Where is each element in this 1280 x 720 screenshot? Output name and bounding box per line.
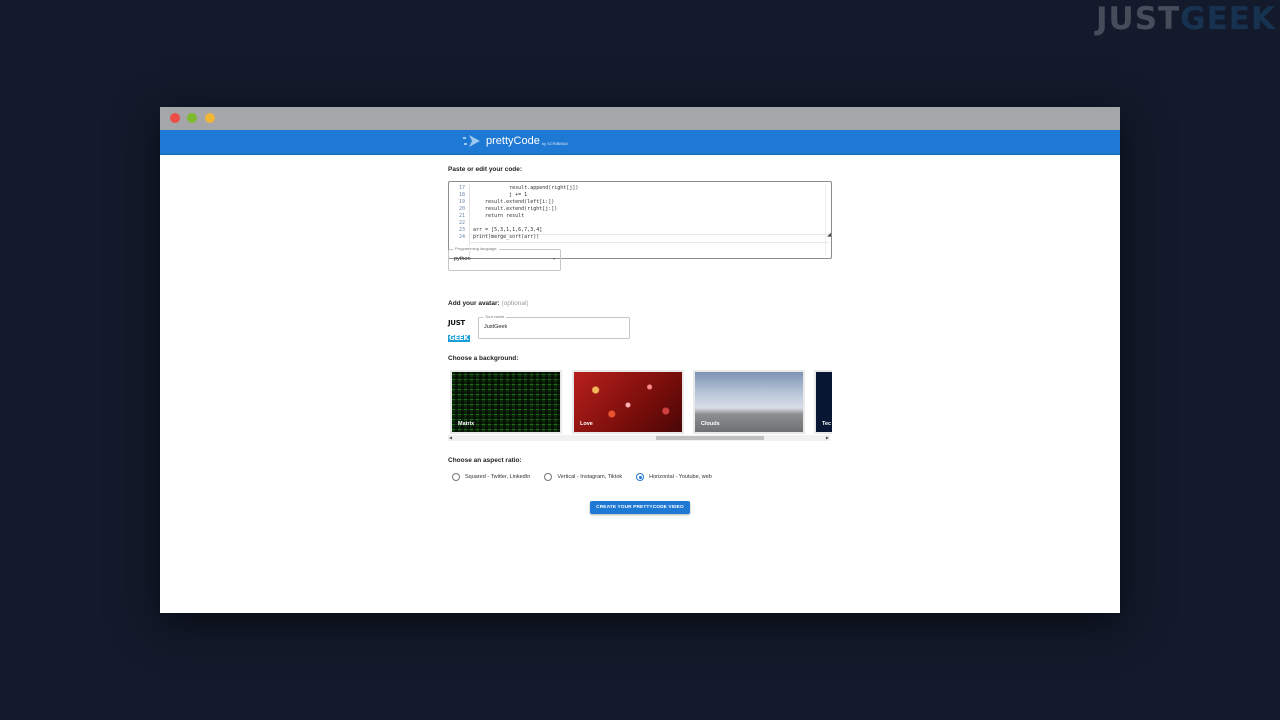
line-number: 22 xyxy=(458,220,465,226)
prettycode-logo-icon xyxy=(463,135,480,147)
avatar-logo-line1: JUST xyxy=(448,319,465,327)
carousel-scrollbar[interactable]: ◀ ▶ xyxy=(448,435,830,441)
ratio-option-vertical[interactable]: Vertical - Instagram, Tiktok xyxy=(544,473,622,481)
background-section-title: Choose a background: xyxy=(448,355,519,362)
maximize-window-button[interactable] xyxy=(205,113,215,123)
line-code: return result xyxy=(473,213,525,219)
line-number: 24 xyxy=(458,234,465,240)
ratio-label: Horizontal - Youtube, web xyxy=(649,474,712,480)
avatar-title-text: Add your avatar: xyxy=(448,300,500,307)
background-label: Love xyxy=(580,421,593,427)
main-form: Paste or edit your code: 17 result.appen… xyxy=(448,166,836,514)
app-header: prettyCode by SCRIBMAX xyxy=(160,130,1120,155)
justgeek-watermark: JUSTGEEK xyxy=(1096,2,1276,36)
line-number: 19 xyxy=(458,199,465,205)
code-editor[interactable]: 17 result.append(right[j]) 18 j += 1 19 … xyxy=(448,181,832,259)
code-line: 22 xyxy=(449,220,829,227)
line-code: j += 1 xyxy=(473,192,528,198)
avatar-section-title: Add your avatar: (optional) xyxy=(448,300,529,307)
code-line: 17 result.append(right[j]) xyxy=(449,185,829,192)
ratio-label: Vertical - Instagram, Tiktok xyxy=(557,474,623,480)
name-input-value: JustGeek xyxy=(484,324,508,330)
avatar-logo-line2: GEEK xyxy=(448,334,470,342)
code-line: 24 print(merge_sort(arr)) xyxy=(449,234,829,241)
code-line: 20 result.extend(right[j:]) xyxy=(449,206,829,213)
browser-window: prettyCode by SCRIBMAX Paste or edit you… xyxy=(160,107,1120,613)
avatar[interactable]: JUST GEEK xyxy=(448,319,472,342)
background-option-matrix[interactable]: Matrix xyxy=(450,370,562,434)
scroll-right-icon[interactable]: ▶ xyxy=(826,435,829,440)
ratio-option-horizontal[interactable]: Horizontal - Youtube, web xyxy=(636,473,712,481)
scroll-left-icon[interactable]: ◀ xyxy=(449,435,452,440)
watermark-geek: GEEK xyxy=(1180,1,1276,37)
line-number: 21 xyxy=(458,213,465,219)
minimize-window-button[interactable] xyxy=(187,113,197,123)
ratio-label: Squared - Twitter, LinkedIn xyxy=(465,474,531,480)
radio-button-selected[interactable] xyxy=(636,473,645,481)
code-line: 19 result.extend(left[i:]) xyxy=(449,199,829,206)
background-option-love[interactable]: Love xyxy=(572,370,684,434)
line-code: result.extend(right[j:]) xyxy=(473,206,558,212)
radio-button[interactable] xyxy=(452,473,460,481)
create-video-button[interactable]: CREATE YOUR PRETTYCODE VIDEO xyxy=(590,501,690,514)
line-number: 20 xyxy=(458,206,465,212)
background-option-clouds[interactable]: Clouds xyxy=(693,370,805,434)
language-select[interactable]: Programming language python ▾ xyxy=(448,246,561,271)
name-input[interactable]: Your name JustGeek xyxy=(478,314,630,339)
line-number: 23 xyxy=(458,227,465,233)
language-select-value: python xyxy=(454,256,471,262)
editor-scrollbar[interactable] xyxy=(825,184,829,256)
language-select-label: Programming language xyxy=(453,246,499,251)
line-code: print(merge_sort(arr)) xyxy=(473,234,540,240)
code-line: 21 return result xyxy=(449,213,829,220)
code-line: 18 j += 1 xyxy=(449,192,829,199)
line-code: arr = [5,3,1,1,6,7,3,4] xyxy=(473,227,543,233)
aspect-ratio-group: Squared - Twitter, LinkedIn Vertical - I… xyxy=(452,473,726,481)
line-code: result.append(right[j]) xyxy=(473,185,579,191)
app-brand[interactable]: prettyCode by SCRIBMAX xyxy=(463,134,568,148)
window-titlebar xyxy=(160,107,1120,130)
radio-button[interactable] xyxy=(544,473,553,481)
ratio-section-title: Choose an aspect ratio: xyxy=(448,457,522,464)
line-number: 18 xyxy=(458,192,465,198)
background-option-tech[interactable]: Tec xyxy=(814,370,832,434)
ratio-option-squared[interactable]: Squared - Twitter, LinkedIn xyxy=(452,473,530,481)
line-number: 17 xyxy=(458,185,465,191)
background-carousel: Matrix Love Clouds Tec ◀ ▶ xyxy=(448,368,832,443)
avatar-optional-text: (optional) xyxy=(501,300,529,307)
code-section-title: Paste or edit your code: xyxy=(448,166,523,173)
chevron-down-icon: ▾ xyxy=(552,256,555,261)
code-line: 23 arr = [5,3,1,1,6,7,3,4] xyxy=(449,227,829,234)
resize-handle-icon[interactable]: ◢ xyxy=(827,232,831,238)
line-code: result.extend(left[i:]) xyxy=(473,199,555,205)
name-input-label: Your name xyxy=(483,314,507,319)
carousel-scroll-thumb[interactable] xyxy=(656,436,764,440)
background-label: Matrix xyxy=(458,421,475,427)
background-label: Clouds xyxy=(701,421,720,427)
app-subtitle: by SCRIBMAX xyxy=(541,141,569,146)
close-window-button[interactable] xyxy=(170,113,180,123)
watermark-just: JUST xyxy=(1095,1,1181,37)
app-name: prettyCode xyxy=(486,135,540,147)
background-label: Tec xyxy=(822,421,832,427)
